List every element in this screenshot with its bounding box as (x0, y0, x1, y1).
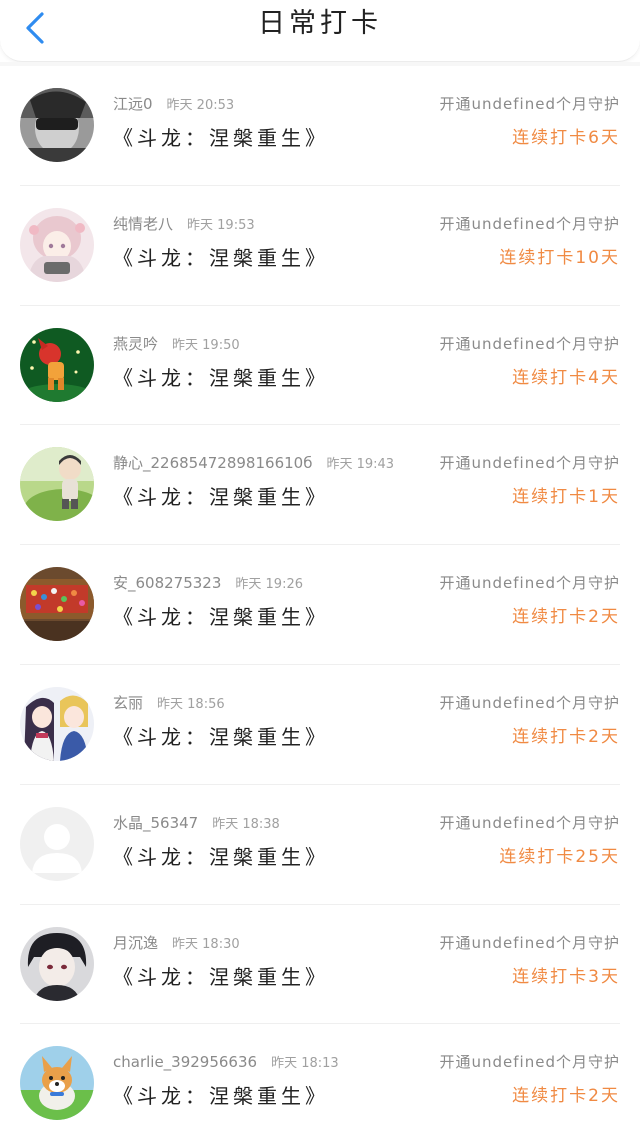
user-name[interactable]: 水晶_56347 (113, 814, 198, 832)
book-title[interactable]: 《斗龙：涅槃重生》 (113, 1082, 329, 1110)
avatar[interactable] (20, 207, 94, 282)
guard-status: 开通undefined个月守护 (439, 813, 620, 832)
checkin-time: 昨天 18:38 (212, 816, 280, 832)
user-name[interactable]: 静心_2268547289816610б (113, 454, 312, 472)
guard-status: 开通undefined个月守护 (439, 95, 620, 113)
checkin-time: 昨天 19:43 (326, 457, 395, 473)
checkin-time: 昨天 19:53 (187, 217, 255, 233)
list-item[interactable]: 燕灵吟 昨天 19:50 《斗龙：涅槃重生》 开通undefined个月守护 连续… (0, 306, 640, 426)
book-title[interactable]: 《斗龙：涅槃重生》 (113, 723, 329, 751)
streak-count: 连续打卡1天 (512, 487, 620, 508)
guard-status: 开通undefined个月守护 (439, 574, 620, 593)
checkin-time: 昨天 19:26 (235, 577, 304, 593)
user-name[interactable]: 纯情老八 (113, 215, 173, 233)
list-item[interactable]: 水晶_56347 昨天 18:38 《斗龙：涅槃重生》 开通undefined个月… (0, 785, 640, 905)
checkin-time: 昨天 20:53 (166, 98, 235, 113)
book-title[interactable]: 《斗龙：涅槃重生》 (113, 244, 329, 272)
book-title[interactable]: 《斗龙：涅槃重生》 (113, 483, 329, 511)
list-item[interactable]: 月沉逸 昨天 18:30 《斗龙：涅槃重生》 开通undefined个月守护 连续… (0, 905, 640, 1025)
checkin-list: 江远0 昨天 20:53 《斗龙：涅槃重生》 开通undefined个月守护 连续… (0, 66, 640, 1126)
list-item[interactable]: charlie_392956636 昨天 18:13 《斗龙：涅槃重生》 开通un… (0, 1024, 640, 1126)
user-name[interactable]: 江远0 (113, 95, 153, 113)
streak-count: 连续打卡3天 (512, 966, 620, 987)
streak-count: 连续打卡2天 (512, 726, 620, 747)
streak-count: 连续打卡4天 (512, 367, 620, 388)
checkin-time: 昨天 18:13 (271, 1056, 339, 1072)
checkin-time: 昨天 19:50 (172, 337, 240, 353)
user-name[interactable]: 月沉逸 (113, 934, 158, 952)
book-title[interactable]: 《斗龙：涅槃重生》 (113, 963, 329, 991)
avatar[interactable] (20, 806, 94, 881)
book-title[interactable]: 《斗龙：涅槃重生》 (113, 124, 329, 152)
streak-count: 连续打卡10天 (499, 247, 620, 268)
book-title[interactable]: 《斗龙：涅槃重生》 (113, 603, 329, 631)
user-name[interactable]: charlie_392956636 (113, 1053, 257, 1071)
avatar[interactable] (20, 447, 94, 522)
guard-status: 开通undefined个月守护 (439, 454, 620, 473)
top-bar: 日常打卡 (0, 0, 640, 62)
avatar[interactable] (20, 1046, 94, 1121)
book-title[interactable]: 《斗龙：涅槃重生》 (113, 843, 329, 871)
guard-status: 开通undefined个月守护 (439, 214, 620, 233)
avatar[interactable] (20, 327, 94, 402)
user-name[interactable]: 安_608275323 (113, 574, 221, 592)
guard-status: 开通undefined个月守护 (439, 693, 620, 712)
guard-status: 开通undefined个月守护 (439, 933, 620, 952)
guard-status: 开通undefined个月守护 (439, 1053, 620, 1072)
book-title[interactable]: 《斗龙：涅槃重生》 (113, 364, 329, 392)
checkin-time: 昨天 18:30 (172, 936, 240, 952)
list-item[interactable]: 江远0 昨天 20:53 《斗龙：涅槃重生》 开通undefined个月守护 连续… (0, 66, 640, 186)
streak-count: 连续打卡2天 (512, 607, 620, 628)
list-item[interactable]: 静心_2268547289816610б 昨天 19:43 《斗龙：涅槃重生》 开… (0, 425, 640, 545)
streak-count: 连续打卡25天 (499, 846, 620, 867)
list-item[interactable]: 玄丽 昨天 18:56 《斗龙：涅槃重生》 开通undefined个月守护 连续打… (0, 665, 640, 785)
avatar[interactable] (20, 926, 94, 1001)
avatar[interactable] (20, 567, 94, 642)
avatar[interactable] (20, 686, 94, 761)
streak-count: 连续打卡6天 (512, 128, 620, 148)
list-item[interactable]: 纯情老八 昨天 19:53 《斗龙：涅槃重生》 开通undefined个月守护 连… (0, 186, 640, 306)
user-name[interactable]: 玄丽 (113, 694, 143, 712)
list-item[interactable]: 安_608275323 昨天 19:26 《斗龙：涅槃重生》 开通undefine… (0, 545, 640, 665)
checkin-time: 昨天 18:56 (157, 696, 225, 712)
user-name[interactable]: 燕灵吟 (113, 335, 158, 353)
guard-status: 开通undefined个月守护 (439, 334, 620, 353)
avatar[interactable] (20, 88, 94, 162)
page-title: 日常打卡 (258, 8, 382, 39)
streak-count: 连续打卡2天 (512, 1086, 620, 1107)
